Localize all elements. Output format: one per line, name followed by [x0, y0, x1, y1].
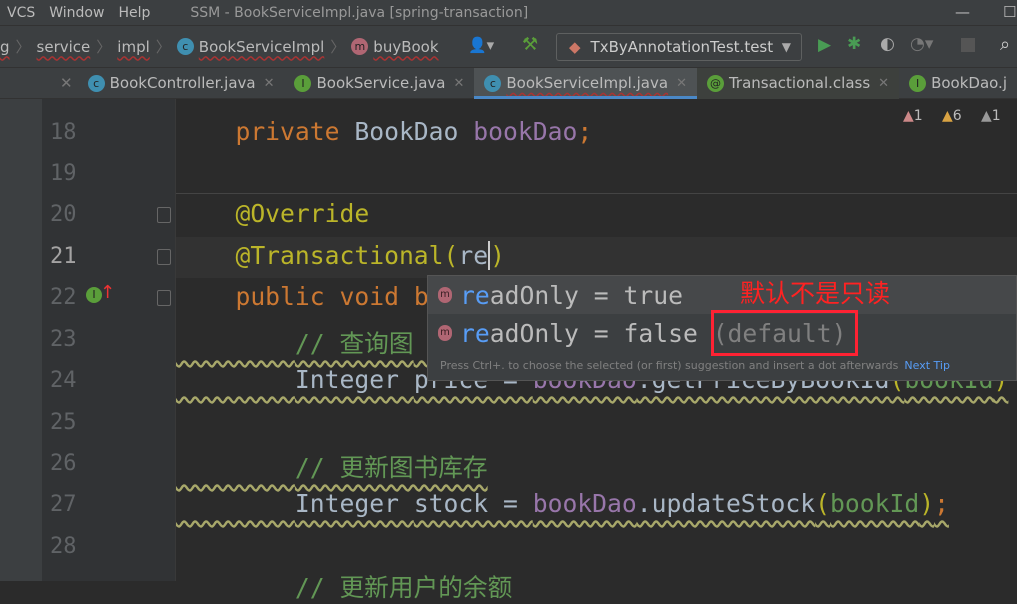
code-line[interactable]: // 更新图书库存 [176, 448, 488, 484]
method-separator [176, 193, 1017, 194]
tab-label: BookDao.j [931, 74, 1007, 92]
line-number: 23 [50, 327, 77, 352]
config-icon: ◆ [569, 38, 581, 56]
line-number: 24 [50, 368, 77, 393]
run-icon[interactable]: ▶ [818, 35, 831, 55]
method-icon: m [351, 38, 369, 55]
tab-label: BookServiceImpl.java [506, 74, 669, 92]
menu-help[interactable]: Help [118, 5, 150, 21]
line-number: 22 [50, 285, 77, 310]
minimize-button[interactable]: — [955, 3, 970, 21]
stop-icon[interactable] [961, 38, 975, 52]
profile-icon[interactable]: ◔▾ [910, 34, 933, 54]
code-line[interactable]: private BookDao bookDao; [176, 117, 592, 146]
error-icon: ▲ [903, 108, 914, 124]
close-icon[interactable]: ✕ [878, 76, 889, 91]
method-icon: m [438, 325, 452, 341]
close-icon[interactable]: ✕ [264, 76, 275, 91]
breadcrumb-item[interactable]: impl [117, 38, 149, 56]
annotation-icon: @ [706, 74, 724, 92]
class-icon: c [484, 74, 502, 92]
line-number: 27 [50, 492, 77, 517]
code-line[interactable]: @Override [176, 199, 369, 228]
annotation-note: 默认不是只读 [740, 279, 891, 308]
search-icon[interactable]: ⌕ [1000, 34, 1010, 55]
arrow-up-icon: ↑ [100, 282, 116, 303]
interface-icon: I [294, 74, 312, 92]
tab-overflow[interactable]: ✕ [0, 74, 78, 92]
debug-icon[interactable]: ✱ [847, 34, 861, 54]
tab-bookserviceimpl[interactable]: c BookServiceImpl.java ✕ [474, 67, 697, 99]
line-number: 19 [50, 161, 77, 186]
window-title: SSM - BookServiceImpl.java [spring-trans… [190, 4, 529, 21]
tab-label: Transactional.class [728, 74, 871, 92]
fold-icon[interactable] [157, 249, 171, 265]
tab-bookcontroller[interactable]: c BookController.java ✕ [78, 68, 285, 99]
tab-label: BookService.java [316, 74, 446, 92]
project-panel-edge [0, 99, 42, 581]
code-line[interactable]: Integer stock = bookDao.updateStock(book… [176, 489, 949, 518]
line-number: 18 [50, 120, 77, 145]
fold-icon[interactable] [157, 207, 171, 223]
close-icon[interactable]: ✕ [676, 76, 687, 91]
highlight-box [711, 310, 858, 356]
run-config-label: TxByAnnotationTest.test [590, 38, 774, 56]
user-icon[interactable]: 👤▾ [468, 36, 494, 54]
weak-warning-count[interactable]: ▲1 [981, 108, 1001, 124]
line-number: 28 [50, 534, 77, 559]
class-icon: c [176, 38, 194, 55]
next-tip-link[interactable]: Next Tip [904, 359, 950, 372]
tab-label: BookController.java [109, 74, 256, 92]
breadcrumb-item[interactable]: g [0, 38, 10, 56]
line-number: 20 [50, 202, 77, 227]
editor-tabs: ✕ c BookController.java ✕ I BookService.jav… [0, 67, 1017, 99]
code-line[interactable]: public void b [176, 282, 428, 311]
completion-item[interactable]: m re adOnly = true [428, 276, 1016, 314]
line-number: 26 [50, 451, 77, 476]
breadcrumb-item[interactable]: BookServiceImpl [199, 38, 325, 56]
code-line[interactable]: @Transactional(re) [176, 241, 505, 270]
weak-warning-icon: ▲ [981, 108, 992, 124]
menu-window[interactable]: Window [49, 5, 104, 21]
close-icon[interactable]: ✕ [453, 76, 464, 91]
run-configuration-select[interactable]: ◆ TxByAnnotationTest.test ▼ [556, 33, 802, 61]
maximize-button[interactable]: ☐ [1003, 3, 1016, 21]
code-line[interactable]: // 更新用户的余额 [176, 568, 512, 604]
breadcrumb-item[interactable]: buyBook [373, 38, 438, 56]
method-icon: m [438, 287, 452, 303]
line-number: 21 [50, 244, 77, 269]
completion-hint: Press Ctrl+. to choose the selected (or … [440, 359, 950, 372]
breadcrumb-item[interactable]: service [37, 38, 91, 56]
coverage-icon[interactable]: ◐ [880, 34, 895, 54]
class-icon: c [87, 74, 105, 92]
fold-icon[interactable] [157, 290, 171, 306]
line-number: 25 [50, 410, 77, 435]
menu-bar: VCS Window Help SSM - BookServiceImpl.ja… [0, 0, 1017, 25]
tab-bookservice[interactable]: I BookService.java ✕ [284, 68, 474, 99]
tab-bookdao[interactable]: I BookDao.j [899, 68, 1017, 99]
tab-transactional[interactable]: @ Transactional.class ✕ [696, 67, 900, 99]
navigation-toolbar: g 〉 service 〉 impl 〉 c BookServiceImpl 〉 m buy… [0, 25, 1017, 68]
menu-vcs[interactable]: VCS [7, 5, 35, 21]
error-count[interactable]: ▲1 [903, 108, 923, 124]
warning-icon: ▲ [942, 108, 953, 124]
warning-count[interactable]: ▲6 [942, 108, 962, 124]
chevron-down-icon: ▼ [781, 40, 791, 54]
interface-icon: I [909, 74, 927, 92]
build-hammer-icon[interactable]: ⚒ [522, 34, 538, 55]
